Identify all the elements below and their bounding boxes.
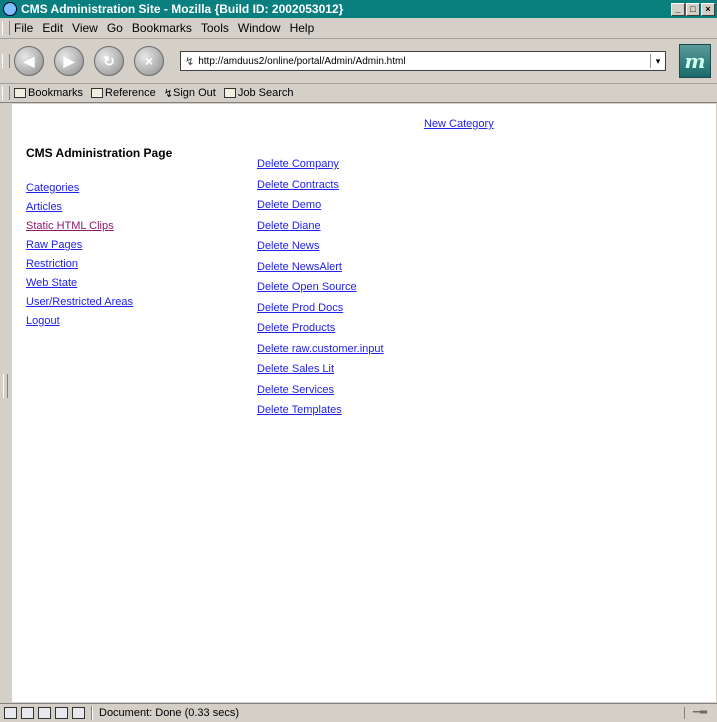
static-html-clips-link[interactable]: Static HTML Clips	[26, 220, 114, 232]
delete-news-link[interactable]: Delete News	[257, 240, 319, 252]
back-button[interactable]: ◀	[14, 46, 44, 76]
url-bar[interactable]: ↯ http://amduus2/online/portal/Admin/Adm…	[180, 51, 666, 71]
delete-raw-customer-input-link[interactable]: Delete raw.customer.input	[257, 343, 384, 355]
mozilla-app-icon	[3, 2, 17, 16]
categories-link[interactable]: Categories	[26, 182, 79, 194]
articles-link[interactable]: Articles	[26, 201, 62, 213]
restriction-link[interactable]: Restriction	[26, 258, 78, 270]
menu-file[interactable]: File	[14, 21, 33, 35]
folder-icon	[91, 88, 104, 98]
delete-products-link[interactable]: Delete Products	[257, 322, 335, 334]
close-button[interactable]: ×	[701, 2, 715, 16]
menu-bar: File Edit View Go Bookmarks Tools Window…	[0, 18, 717, 39]
window-title: CMS Administration Site - Mozilla {Build…	[21, 2, 344, 16]
composer-icon[interactable]	[38, 707, 51, 719]
stop-button[interactable]: ×	[134, 46, 164, 76]
status-text: Document: Done (0.33 secs)	[99, 707, 240, 719]
signout-bookmark[interactable]: ↯ Sign Out	[164, 87, 216, 100]
folder-icon	[14, 88, 26, 98]
raw-pages-link[interactable]: Raw Pages	[26, 239, 82, 251]
url-dropdown-icon[interactable]: ▾	[650, 54, 665, 68]
menu-tools[interactable]: Tools	[201, 21, 229, 35]
chat-icon[interactable]	[72, 707, 85, 719]
online-status-icon[interactable]: ─═	[684, 707, 715, 719]
reference-label: Reference	[105, 87, 156, 99]
page-title: CMS Administration Page	[26, 146, 173, 160]
menubar-grip-icon[interactable]	[2, 21, 10, 35]
forward-arrow-icon: ▶	[63, 52, 75, 69]
new-category-link[interactable]: New Category	[424, 118, 494, 130]
page-proxy-icon[interactable]: ↯	[185, 55, 194, 68]
jobsearch-folder[interactable]: Job Search	[223, 87, 294, 99]
reload-button[interactable]: ↻	[94, 46, 124, 76]
delete-company-link[interactable]: Delete Company	[257, 158, 339, 170]
maximize-button[interactable]: □	[686, 2, 700, 16]
logout-link[interactable]: Logout	[26, 315, 60, 327]
delete-demo-link[interactable]: Delete Demo	[257, 199, 321, 211]
menu-bookmarks[interactable]: Bookmarks	[132, 21, 192, 35]
personal-toolbar: Bookmarks Reference ↯ Sign Out Job Searc…	[0, 84, 717, 103]
addressbook-icon[interactable]	[55, 707, 68, 719]
reload-icon: ↻	[103, 52, 115, 69]
user-restricted-areas-link[interactable]: User/Restricted Areas	[26, 296, 133, 308]
sidebar-grip[interactable]	[0, 104, 10, 702]
menu-window[interactable]: Window	[238, 21, 281, 35]
reference-folder[interactable]: Reference	[91, 87, 156, 99]
menu-view[interactable]: View	[72, 21, 98, 35]
menu-help[interactable]: Help	[290, 21, 315, 35]
mail-icon[interactable]	[21, 707, 34, 719]
status-bar: Document: Done (0.33 secs) ─═	[0, 703, 717, 722]
menu-edit[interactable]: Edit	[42, 21, 63, 35]
delete-prod-docs-link[interactable]: Delete Prod Docs	[257, 302, 343, 314]
status-separator	[91, 706, 93, 720]
admin-nav-links: Categories Articles Static HTML Clips Ra…	[26, 177, 133, 329]
sidebar-splitter-icon[interactable]	[3, 374, 8, 398]
menu-go[interactable]: Go	[107, 21, 123, 35]
page-content: New Category CMS Administration Page Cat…	[12, 104, 716, 702]
navigation-toolbar: ◀ ▶ ↻ × ↯ http://amduus2/online/portal/A…	[0, 39, 717, 84]
delete-category-list: Delete Company Delete Contracts Delete D…	[257, 154, 384, 421]
folder-icon	[223, 88, 236, 98]
delete-sales-lit-link[interactable]: Delete Sales Lit	[257, 363, 334, 375]
bookmarks-label: Bookmarks	[28, 87, 84, 99]
url-input[interactable]: http://amduus2/online/portal/Admin/Admin…	[198, 56, 650, 67]
navigator-icon[interactable]	[4, 707, 17, 719]
delete-services-link[interactable]: Delete Services	[257, 384, 334, 396]
personalbar-grip-icon[interactable]	[2, 86, 10, 100]
delete-diane-link[interactable]: Delete Diane	[257, 220, 321, 232]
delete-open-source-link[interactable]: Delete Open Source	[257, 281, 357, 293]
minimize-button[interactable]: _	[671, 2, 685, 16]
web-state-link[interactable]: Web State	[26, 277, 77, 289]
stop-icon: ×	[144, 53, 154, 69]
window-controls: _ □ ×	[671, 2, 715, 16]
bookmarks-folder[interactable]: Bookmarks	[14, 87, 83, 99]
back-arrow-icon: ◀	[23, 52, 35, 69]
delete-newsalert-link[interactable]: Delete NewsAlert	[257, 261, 342, 273]
signout-label: Sign Out	[173, 87, 216, 99]
delete-contracts-link[interactable]: Delete Contracts	[257, 179, 339, 191]
delete-templates-link[interactable]: Delete Templates	[257, 404, 342, 416]
mozilla-throbber-icon[interactable]: m	[679, 44, 711, 78]
window-titlebar[interactable]: CMS Administration Site - Mozilla {Build…	[0, 0, 717, 18]
forward-button[interactable]: ▶	[54, 46, 84, 76]
navbar-grip-icon[interactable]	[2, 54, 10, 68]
jobsearch-label: Job Search	[237, 87, 294, 99]
bookmark-link-icon: ↯	[163, 87, 174, 100]
